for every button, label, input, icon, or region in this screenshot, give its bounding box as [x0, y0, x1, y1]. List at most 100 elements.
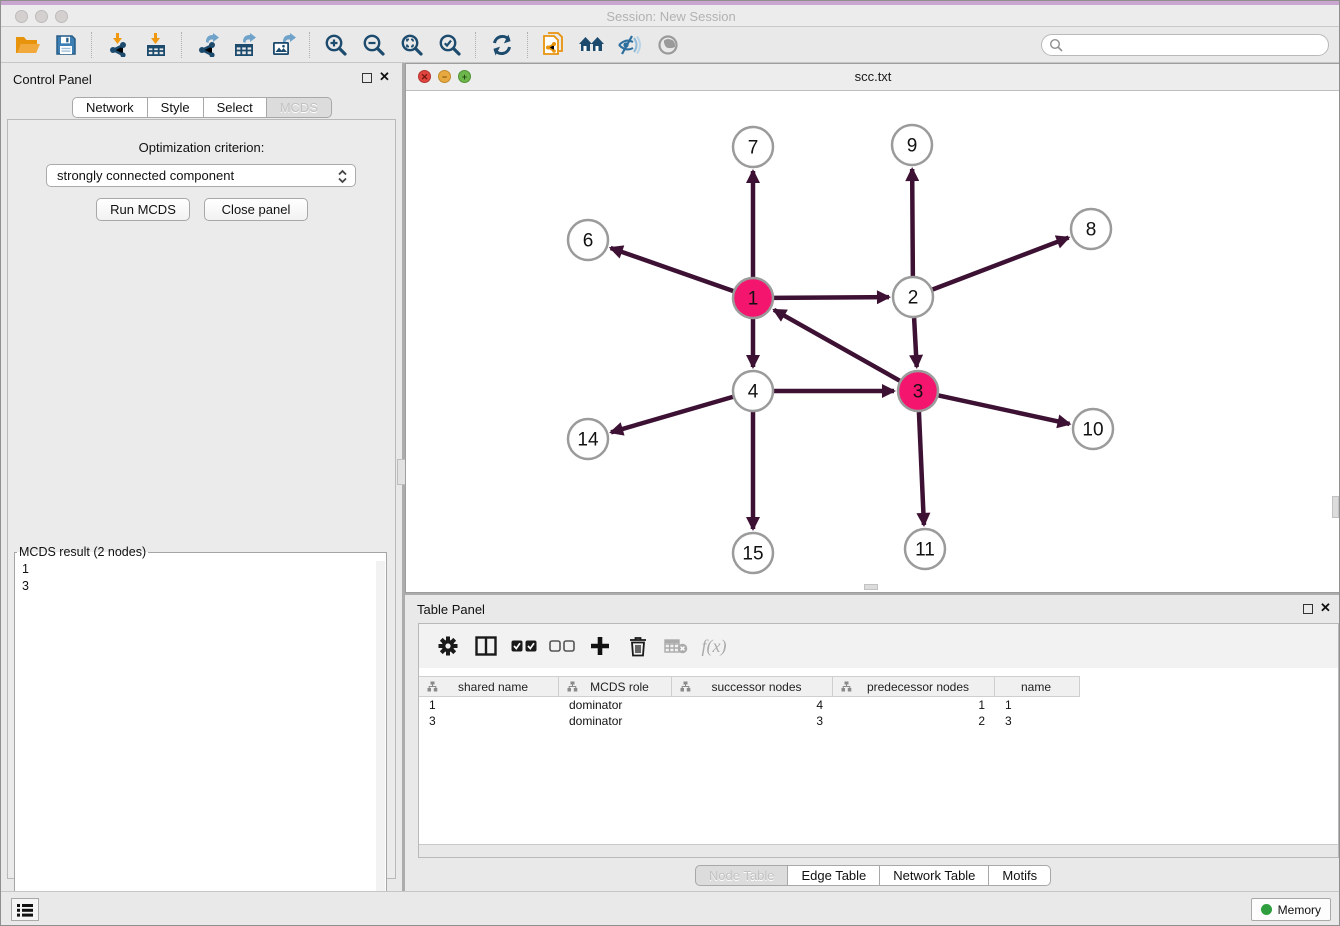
- graph-edge-3-1[interactable]: [774, 310, 900, 381]
- column-type-icon: [567, 681, 578, 692]
- refresh-icon: [490, 33, 514, 57]
- status-bar: Memory: [1, 891, 1340, 926]
- graph-edge-4-14[interactable]: [611, 397, 733, 432]
- tab-style[interactable]: Style: [147, 97, 204, 118]
- tab-network[interactable]: Network: [72, 97, 148, 118]
- zoom-fit-button[interactable]: [393, 30, 431, 60]
- zoom-selected-button[interactable]: [431, 30, 469, 60]
- network-window-titlebar[interactable]: ✕ − + scc.txt: [406, 64, 1340, 91]
- mcds-result-scrollbar[interactable]: [376, 561, 385, 910]
- table-row[interactable]: 3dominator323: [419, 714, 1338, 730]
- column-header-label: predecessor nodes: [852, 680, 990, 694]
- task-history-button[interactable]: [11, 898, 39, 921]
- table-panel-tabs: Node TableEdge TableNetwork TableMotifs: [405, 865, 1340, 886]
- delete-column-button[interactable]: [619, 630, 657, 662]
- table-cell[interactable]: 1: [995, 698, 1080, 714]
- unselect-all-columns-button[interactable]: [543, 630, 581, 662]
- main-toolbar: [1, 27, 1340, 63]
- mcds-result-text[interactable]: 13: [15, 561, 376, 910]
- tab-mcds[interactable]: MCDS: [266, 97, 332, 118]
- graph-edge-3-11[interactable]: [919, 412, 924, 525]
- select-all-columns-button[interactable]: [505, 630, 543, 662]
- export-table-icon: [234, 33, 258, 57]
- control-panel-close-icon[interactable]: ✕: [379, 70, 390, 84]
- graph-edge-2-3[interactable]: [914, 318, 917, 367]
- show-all-button[interactable]: [649, 30, 687, 60]
- column-header-predecessor-nodes[interactable]: predecessor nodes: [833, 677, 995, 696]
- zoom-in-button[interactable]: [317, 30, 355, 60]
- table-header-row: shared nameMCDS role successor nodes prede…: [419, 676, 1080, 697]
- tab-motifs[interactable]: Motifs: [988, 865, 1051, 886]
- column-header-successor-nodes[interactable]: successor nodes: [672, 677, 833, 696]
- gear-icon: [438, 636, 458, 656]
- network-graph: 7968124314101511: [406, 91, 1340, 592]
- export-image-icon: [272, 33, 296, 57]
- network-horizontal-scrollbar[interactable]: [864, 584, 878, 590]
- import-table-button[interactable]: [137, 30, 175, 60]
- delete-table-button[interactable]: [657, 630, 695, 662]
- column-header-label: successor nodes: [691, 680, 828, 694]
- tab-node-table[interactable]: Node Table: [695, 865, 789, 886]
- graph-edge-1-2[interactable]: [774, 297, 889, 298]
- create-column-button[interactable]: [581, 630, 619, 662]
- refresh-layout-button[interactable]: [483, 30, 521, 60]
- memory-button[interactable]: Memory: [1251, 898, 1331, 921]
- save-session-button[interactable]: [47, 30, 85, 60]
- run-mcds-button[interactable]: Run MCDS: [96, 198, 190, 221]
- graph-node-label-9: 9: [907, 136, 918, 157]
- function-builder-button[interactable]: f(x): [695, 630, 733, 662]
- first-neighbors-button[interactable]: [573, 30, 611, 60]
- column-header-MCDS-role[interactable]: MCDS role: [559, 677, 672, 696]
- column-header-name[interactable]: name: [995, 677, 1080, 696]
- graph-node-label-7: 7: [748, 138, 759, 159]
- graph-edge-3-10[interactable]: [939, 395, 1070, 423]
- table-cell[interactable]: 3: [672, 714, 833, 730]
- table-settings-button[interactable]: [429, 630, 467, 662]
- export-table-button[interactable]: [227, 30, 265, 60]
- graph-node-label-15: 15: [742, 544, 763, 565]
- table-cell[interactable]: 2: [833, 714, 995, 730]
- graph-edge-1-6[interactable]: [611, 248, 734, 291]
- zoom-in-icon: [324, 33, 348, 57]
- column-type-icon: [841, 681, 852, 692]
- control-panel-float-icon[interactable]: [362, 73, 372, 83]
- table-body: 1dominator4113dominator323: [419, 698, 1338, 730]
- table-horizontal-scrollbar[interactable]: [419, 844, 1338, 857]
- graph-node-label-14: 14: [577, 430, 599, 451]
- tab-select[interactable]: Select: [203, 97, 267, 118]
- hide-selected-button[interactable]: [611, 30, 649, 60]
- table-cell[interactable]: 1: [419, 698, 559, 714]
- network-vertical-scrollbar[interactable]: [1332, 496, 1339, 518]
- close-panel-button[interactable]: Close panel: [204, 198, 308, 221]
- column-header-shared-name[interactable]: shared name: [419, 677, 559, 696]
- table-cell[interactable]: dominator: [559, 714, 672, 730]
- table-cell[interactable]: 1: [833, 698, 995, 714]
- columns-icon: [475, 636, 497, 656]
- export-network-button[interactable]: [189, 30, 227, 60]
- search-input[interactable]: [1041, 34, 1329, 56]
- zoom-fit-icon: [400, 33, 424, 57]
- tab-network-table[interactable]: Network Table: [879, 865, 989, 886]
- network-canvas[interactable]: 7968124314101511: [406, 91, 1340, 592]
- table-row[interactable]: 1dominator411: [419, 698, 1338, 714]
- mcds-result-box: MCDS result (2 nodes) 13: [14, 545, 387, 913]
- table-cell[interactable]: dominator: [559, 698, 672, 714]
- criterion-value: strongly connected component: [57, 168, 234, 183]
- table-panel-float-icon[interactable]: [1303, 604, 1313, 614]
- criterion-select[interactable]: strongly connected component: [46, 164, 356, 187]
- export-image-button[interactable]: [265, 30, 303, 60]
- window-titlebar: Session: New Session: [1, 1, 1340, 27]
- table-panel-close-icon[interactable]: ✕: [1320, 601, 1331, 615]
- table-cell[interactable]: 4: [672, 698, 833, 714]
- new-network-from-selection-button[interactable]: [535, 30, 573, 60]
- table-cell[interactable]: 3: [995, 714, 1080, 730]
- table-cell[interactable]: 3: [419, 714, 559, 730]
- open-session-button[interactable]: [9, 30, 47, 60]
- tab-edge-table[interactable]: Edge Table: [787, 865, 880, 886]
- zoom-out-button[interactable]: [355, 30, 393, 60]
- graph-edge-2-8[interactable]: [933, 238, 1069, 290]
- application-window: Session: New Session: [0, 0, 1340, 926]
- import-network-button[interactable]: [99, 30, 137, 60]
- graph-edge-2-9[interactable]: [912, 169, 913, 276]
- show-column-panel-button[interactable]: [467, 630, 505, 662]
